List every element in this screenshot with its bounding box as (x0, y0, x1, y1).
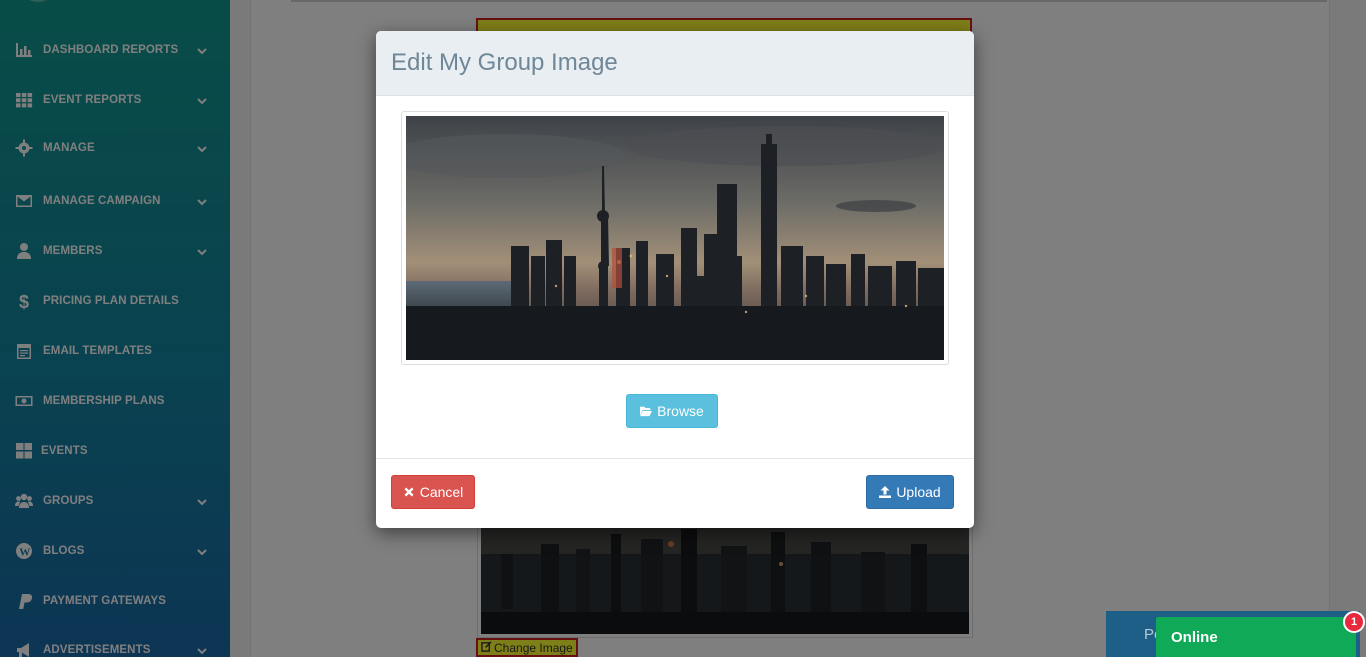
close-icon (403, 486, 415, 498)
image-preview (401, 111, 949, 365)
modal-title: Edit My Group Image (391, 49, 618, 76)
notification-badge: 1 (1343, 611, 1365, 633)
chat-status-label: Online (1171, 629, 1218, 646)
modal-footer: Cancel Upload (376, 458, 974, 528)
modal-header: Edit My Group Image (376, 31, 974, 96)
cancel-label: Cancel (419, 484, 464, 500)
browse-label: Browse (657, 403, 704, 419)
badge-count: 1 (1350, 616, 1358, 628)
upload-button[interactable]: Upload (866, 475, 954, 509)
browse-button[interactable]: Browse (626, 394, 718, 428)
cancel-button[interactable]: Cancel (391, 475, 475, 509)
chat-online-button[interactable]: Online (1156, 617, 1356, 657)
edit-image-modal: Edit My Group Image Browse Cancel Upload (376, 31, 974, 528)
upload-icon (879, 486, 892, 498)
upload-label: Upload (896, 484, 941, 500)
folder-open-icon (640, 405, 653, 417)
city-skyline-image (406, 116, 944, 360)
